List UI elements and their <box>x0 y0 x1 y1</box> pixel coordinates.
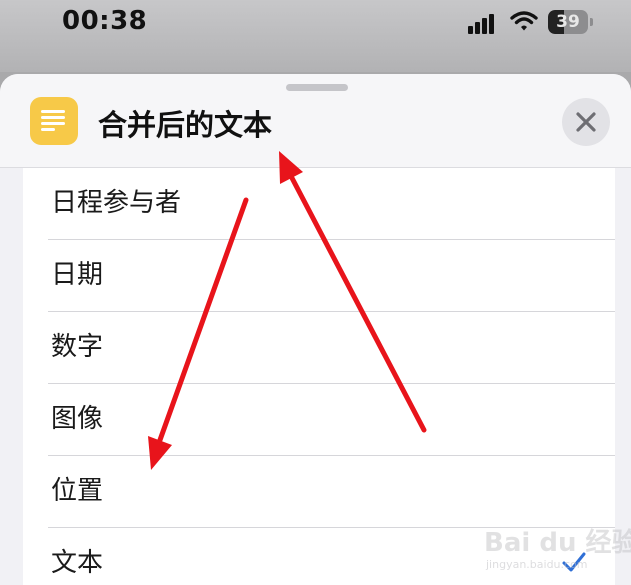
wifi-icon <box>510 11 538 31</box>
bottom-sheet: 合并后的文本 日程参与者 日期 数字 图像 位置 文本 <box>0 74 631 585</box>
list-item-label: 文本 <box>51 548 104 578</box>
list-item-calendar-attendees[interactable]: 日程参与者 <box>23 168 615 240</box>
list-item-label: 日程参与者 <box>51 188 182 218</box>
text-lines-icon <box>30 97 78 145</box>
list-item-label: 日期 <box>51 260 104 290</box>
sheet-header: 合并后的文本 <box>0 74 631 168</box>
sheet-grabber-handle[interactable] <box>286 84 348 91</box>
list-item-label: 位置 <box>51 476 104 506</box>
battery-level: 39 <box>556 12 580 32</box>
status-time: 00:38 <box>62 6 148 36</box>
watermark-url: jingyan.baidu.com <box>486 558 588 571</box>
list-item-image[interactable]: 图像 <box>23 384 615 456</box>
battery-icon: 39 <box>548 10 594 34</box>
cellular-signal-icon <box>468 12 500 34</box>
watermark: Bai du 经验 jingyan.baidu.com <box>484 516 631 578</box>
list-item-date[interactable]: 日期 <box>23 240 615 312</box>
watermark-logo: Bai du 经验 <box>484 528 631 558</box>
close-button[interactable] <box>562 98 610 146</box>
list-item-number[interactable]: 数字 <box>23 312 615 384</box>
status-bar: 00:38 39 <box>0 0 631 72</box>
list-item-label: 图像 <box>51 404 104 434</box>
close-icon <box>576 112 596 132</box>
list-item-label: 数字 <box>51 332 104 362</box>
sheet-title: 合并后的文本 <box>98 108 273 142</box>
